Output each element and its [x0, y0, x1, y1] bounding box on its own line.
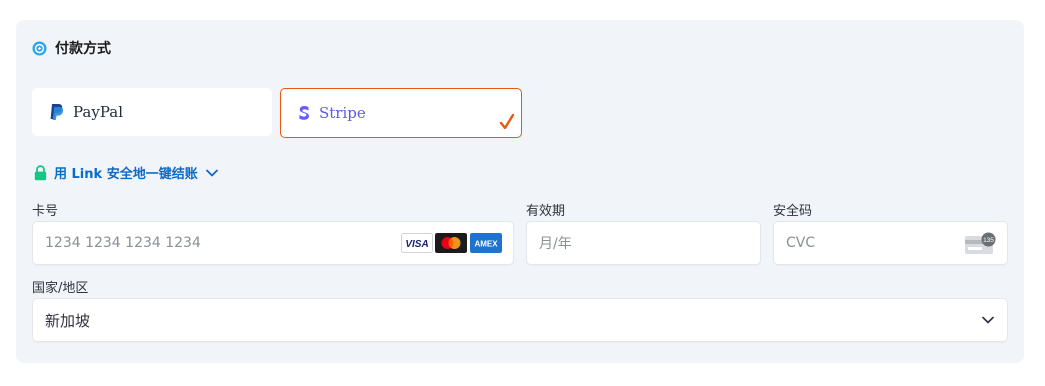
cvc-badge-text: 135: [983, 237, 994, 244]
visa-text: VISA: [405, 239, 428, 250]
paypal-label: PayPal: [73, 103, 123, 121]
payment-circle-icon: [32, 40, 47, 56]
amex-text: AMEX: [474, 240, 498, 249]
section-header: 付款方式: [32, 38, 111, 58]
card-number-input[interactable]: 1234 1234 1234 1234 VISA AMEX: [32, 221, 514, 265]
card-number-label: 卡号: [32, 204, 59, 219]
amex-icon: AMEX: [470, 233, 502, 253]
checkmark-icon: [499, 113, 515, 130]
link-checkout-toggle[interactable]: 用 Link 安全地一键结账: [34, 163, 219, 182]
chevron-down-icon: [982, 316, 994, 324]
cvc-input[interactable]: CVC 135: [773, 221, 1008, 265]
expiry-label: 有效期: [526, 204, 566, 219]
country-value: 新加坡: [45, 311, 91, 330]
country-select[interactable]: 新加坡: [32, 298, 1008, 342]
mastercard-icon: [435, 233, 467, 253]
paypal-icon: [50, 104, 64, 120]
paypal-option[interactable]: PayPal: [32, 88, 272, 136]
stripe-label: Stripe: [319, 104, 366, 122]
cvc-placeholder: CVC: [786, 235, 816, 251]
section-title: 付款方式: [55, 41, 111, 57]
expiry-input[interactable]: 月/年: [526, 221, 761, 265]
chevron-down-icon: [205, 169, 218, 176]
link-checkout-label: 用 Link 安全地一键结账: [54, 167, 198, 182]
expiry-placeholder: 月/年: [539, 236, 572, 252]
card-number-placeholder: 1234 1234 1234 1234: [45, 235, 201, 251]
country-label: 国家/地区: [32, 281, 89, 296]
cvc-label: 安全码: [773, 204, 813, 219]
visa-icon: VISA: [401, 233, 433, 253]
stripe-option[interactable]: Stripe: [280, 88, 522, 138]
stripe-icon: [299, 106, 309, 120]
cvc-card-icon: 135: [965, 232, 996, 254]
lock-icon: [34, 164, 47, 180]
payment-panel: 付款方式 PayPal Stripe 用 Link 安全地一键结账 卡号 123…: [16, 20, 1024, 363]
